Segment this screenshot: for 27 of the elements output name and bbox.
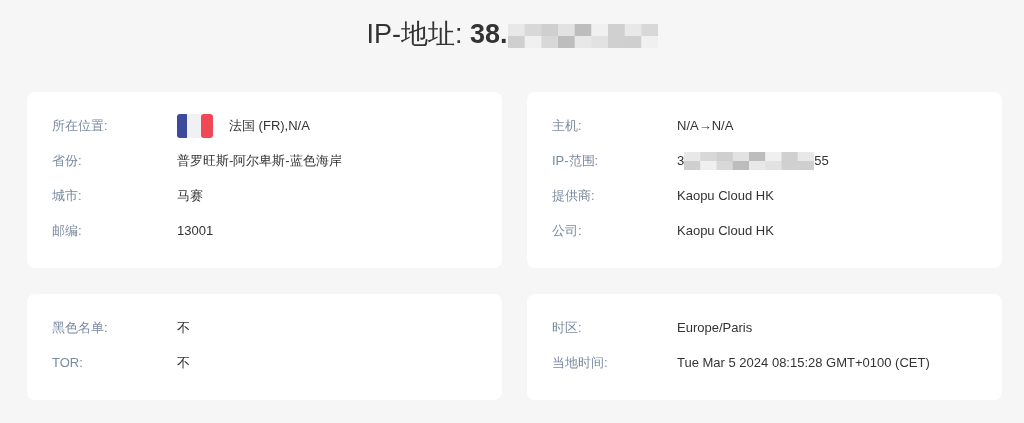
field-label: 当地时间:	[552, 353, 609, 372]
field-label: 省份:	[52, 151, 83, 170]
field-value: 不	[177, 318, 190, 337]
field-value: Kaopu Cloud HK	[677, 221, 774, 240]
page-title: IP-地址: 38.	[366, 19, 508, 49]
field-label: 主机:	[552, 116, 583, 135]
field-value: 普罗旺斯-阿尔卑斯-蓝色海岸	[177, 151, 342, 170]
field-label: 时区:	[552, 318, 583, 337]
field-value: 13001	[177, 221, 214, 240]
field-label: 邮编:	[52, 221, 83, 240]
field-value: 马赛	[177, 186, 203, 205]
field-label: 提供商:	[552, 186, 596, 205]
field-value: 55	[814, 151, 829, 170]
field-value: 不	[177, 353, 190, 372]
field-value: Kaopu Cloud HK	[677, 186, 774, 205]
field-value: 3	[677, 151, 685, 170]
field-label: 城市:	[52, 186, 83, 205]
field-label: 公司:	[552, 221, 583, 240]
field-value: N/A→N/A	[677, 116, 734, 135]
field-label: TOR:	[52, 353, 84, 372]
field-label: 黑色名单:	[52, 318, 109, 337]
field-value: Tue Mar 5 2024 08:15:28 GMT+0100 (CET)	[677, 353, 930, 372]
field-label: IP-范围:	[552, 151, 600, 170]
field-value: 法国 (FR),N/A	[229, 116, 310, 135]
field-label: 所在位置:	[52, 116, 109, 135]
field-value: Europe/Paris	[677, 318, 753, 337]
flag-icon	[177, 113, 213, 138]
